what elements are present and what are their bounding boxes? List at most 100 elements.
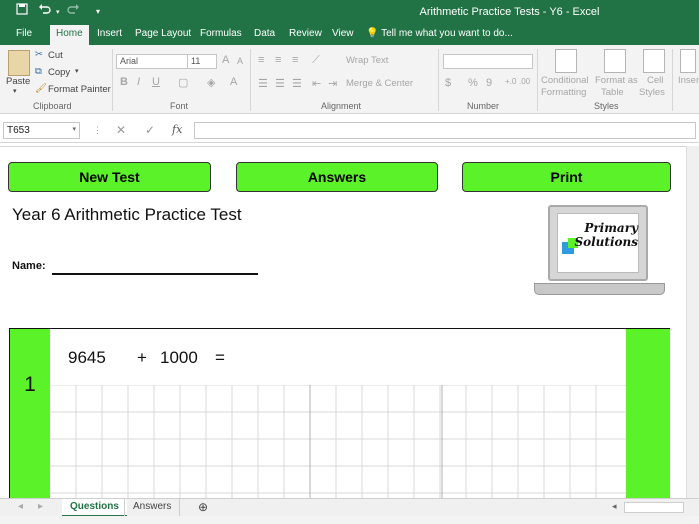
bold-button[interactable]: B (120, 76, 128, 88)
print-button[interactable]: Print (462, 162, 671, 192)
scroll-tabs-left-icon[interactable]: ◂ (10, 499, 31, 517)
question-number-cell: 1 (10, 329, 50, 498)
percent-button[interactable]: % (468, 77, 478, 89)
formula-options-icon[interactable]: ⋮ (93, 125, 102, 136)
sheet-tab-answers[interactable]: Answers (124, 499, 181, 517)
align-middle-icon[interactable]: ≡ (275, 54, 281, 66)
horizontal-scrollbar[interactable] (624, 502, 684, 513)
shrink-font-button[interactable]: A (237, 56, 243, 66)
merge-center-button[interactable]: Merge & Center (346, 78, 413, 89)
decrease-indent-icon[interactable]: ⇤ (312, 77, 321, 90)
paste-button[interactable]: Paste (6, 76, 30, 87)
divider (112, 49, 113, 111)
font-color-icon[interactable]: A (230, 76, 237, 88)
name-box-dropdown-icon[interactable]: ▾ (72, 125, 76, 133)
working-grid[interactable] (50, 385, 626, 498)
align-bottom-icon[interactable]: ≡ (292, 54, 298, 66)
ribbon-tabs: File Home Insert Page Layout Formulas Da… (0, 25, 699, 45)
tell-me-text: Tell me what you want to do... (381, 28, 513, 39)
increase-indent-icon[interactable]: ⇥ (328, 77, 337, 90)
cell-styles-icon (643, 49, 665, 73)
alignment-group-label: Alignment (321, 101, 362, 111)
font-name-select[interactable]: Arial (116, 54, 188, 69)
copy-button[interactable]: Copy (48, 67, 70, 78)
format-painter-icon: 🖌 (35, 83, 48, 94)
sheet-tab-bar: ◂ ▸ Questions Answers ⊕ ◂ (0, 498, 699, 517)
tab-page-layout[interactable]: Page Layout (135, 28, 191, 39)
cut-icon: ✂ (35, 49, 43, 60)
align-right-icon[interactable]: ☰ (292, 77, 302, 90)
name-underline (52, 273, 258, 275)
align-top-icon[interactable]: ≡ (258, 54, 264, 66)
tab-file[interactable]: File (16, 28, 32, 39)
align-left-icon[interactable]: ☰ (258, 77, 268, 90)
formula-input[interactable] (194, 122, 696, 139)
logo-screen: Primary Solutions (557, 213, 639, 273)
grow-font-button[interactable]: A (222, 54, 229, 66)
format-painter-button[interactable]: Format Painter (48, 84, 111, 95)
paste-dropdown-icon[interactable]: ▾ (13, 87, 17, 95)
answers-button[interactable]: Answers (236, 162, 438, 192)
insert-cells-icon (680, 49, 696, 73)
currency-icon[interactable]: $ (445, 77, 451, 89)
cell-styles-label: Styles (639, 87, 665, 98)
status-bar (0, 516, 699, 524)
paste-icon[interactable] (8, 50, 30, 76)
tab-insert[interactable]: Insert (97, 28, 122, 39)
borders-icon[interactable]: ▢ (178, 76, 188, 89)
scroll-tabs-right-icon[interactable]: ▸ (30, 499, 51, 517)
italic-button[interactable]: I (137, 76, 140, 88)
align-center-icon[interactable]: ☰ (275, 77, 285, 90)
format-as-table-button[interactable]: Format as (595, 75, 638, 86)
font-size-select[interactable]: 11 (187, 54, 217, 69)
decrease-decimal-icon[interactable]: .00 (519, 77, 530, 86)
sheet-tab-questions[interactable]: Questions (62, 499, 127, 517)
increase-decimal-icon[interactable]: +.0 (505, 77, 516, 86)
name-box[interactable]: T653 ▾ (3, 122, 80, 139)
operator: + (137, 348, 147, 367)
number-format-select[interactable] (443, 54, 533, 69)
format-as-table-icon (604, 49, 626, 73)
divider (250, 49, 251, 111)
lightbulb-icon: 💡 (366, 28, 379, 39)
insert-function-button[interactable]: fx (172, 123, 182, 136)
number-group-label: Number (467, 101, 500, 111)
ribbon: Paste ▾ ✂ Cut ⧉ Copy ▾ 🖌 Format Painter … (0, 45, 699, 114)
tab-review[interactable]: Review (289, 28, 322, 39)
new-sheet-icon[interactable]: ⊕ (190, 498, 216, 516)
format-as-table-label: Table (601, 87, 624, 98)
conditional-formatting-icon (555, 49, 577, 73)
orientation-icon[interactable]: ⟋ (312, 54, 320, 67)
worksheet[interactable]: New Test Answers Print Year 6 Arithmetic… (0, 146, 686, 498)
divider (672, 49, 673, 111)
tab-data[interactable]: Data (254, 28, 275, 39)
tab-view[interactable]: View (332, 28, 354, 39)
formula-bar: T653 ▾ ⋮ ✕ ✓ fx (0, 119, 699, 143)
insert-cells-button[interactable]: Inser (678, 75, 699, 86)
cut-button[interactable]: Cut (48, 50, 63, 61)
divider (438, 49, 439, 111)
copy-dropdown-icon[interactable]: ▾ (75, 67, 79, 75)
divider (537, 49, 538, 111)
comma-style-button[interactable]: 9 (486, 77, 492, 89)
logo-text-solutions: Solutions (574, 235, 638, 249)
cell-styles-button[interactable]: Cell (647, 75, 663, 86)
wrap-text-button[interactable]: Wrap Text (346, 55, 388, 66)
vertical-scrollbar[interactable] (686, 146, 699, 498)
new-test-button[interactable]: New Test (8, 162, 211, 192)
confirm-entry-icon[interactable]: ✓ (145, 123, 155, 137)
title-bar: ▾ ▾ Arithmetic Practice Tests - Y6 - Exc… (0, 0, 699, 25)
tab-home[interactable]: Home (50, 25, 89, 45)
operand-1: 9645 (68, 348, 106, 367)
font-group-label: Font (170, 101, 189, 111)
question-number: 1 (24, 373, 36, 396)
conditional-formatting-label: Formatting (541, 87, 587, 98)
cancel-entry-icon[interactable]: ✕ (116, 123, 126, 137)
conditional-formatting-button[interactable]: Conditional (541, 75, 589, 86)
underline-button[interactable]: U (152, 76, 160, 88)
horizontal-scroll-left-icon[interactable]: ◂ (604, 499, 625, 517)
tab-formulas[interactable]: Formulas (200, 28, 242, 39)
fill-color-icon[interactable]: ◈ (207, 76, 215, 89)
equals-sign: = (215, 348, 225, 367)
tell-me-box[interactable]: 💡 Tell me what you want to do... (366, 28, 513, 39)
